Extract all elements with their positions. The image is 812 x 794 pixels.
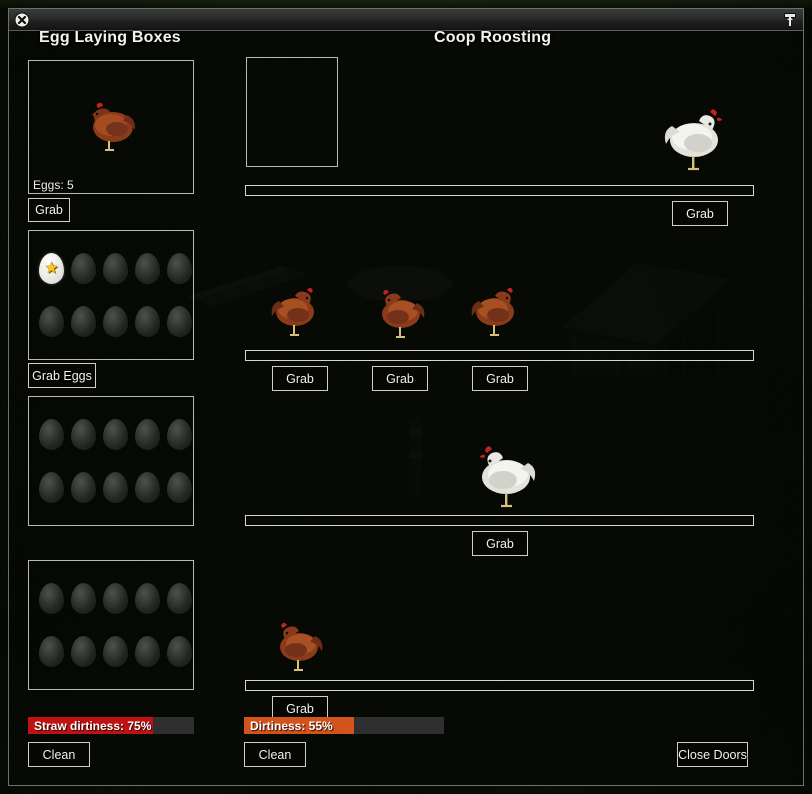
egg-slot-empty [39,419,64,450]
clean-straw-button[interactable]: Clean [28,742,90,767]
page-title-coop-roosting: Coop Roosting [434,29,552,46]
roost-slot-outline-row-1[interactable] [246,57,338,167]
brown-hen [267,619,329,675]
nest-box-4[interactable] [28,560,194,690]
egg-slot-empty [71,253,96,284]
egg-slot-empty [39,472,64,503]
egg-row [39,583,192,614]
egg-slot-empty [71,472,96,503]
eggs-count-label: Eggs: 5 [33,178,74,192]
chicken-coop-window: Egg Laying Boxes Coop Roosting Eggs: 5 G… [8,8,804,786]
egg-slot-empty [71,306,96,337]
straw-dirtiness-bar: Straw dirtiness: 75% [28,717,194,734]
egg-grid-box-4 [29,561,193,689]
egg-slot-empty [103,419,128,450]
egg-slot-empty [71,419,96,450]
roost-perch-row-1[interactable] [245,185,754,196]
egg-slot-empty [167,419,192,450]
egg-slot-empty [135,306,160,337]
white-hen [662,104,730,176]
egg-slot-empty [167,472,192,503]
star-icon: ★ [44,260,59,278]
egg-slot-empty [39,636,64,667]
page-title-egg-laying-boxes: Egg Laying Boxes [39,29,181,46]
egg-row [39,636,192,667]
egg-row [39,306,192,337]
brown-hen [369,286,431,342]
egg-slot-empty [167,306,192,337]
egg-slot-empty [71,636,96,667]
egg-slot-empty [135,472,160,503]
egg-slot-empty [135,253,160,284]
dirtiness-label: Dirtiness: 55% [250,718,333,733]
grab-button-roost-3[interactable]: Grab [472,531,528,556]
grab-button-roost-2c[interactable]: Grab [472,366,528,391]
grab-button-roost-2b[interactable]: Grab [372,366,428,391]
egg-slot-empty [103,306,128,337]
roost-perch-row-4[interactable] [245,680,754,691]
window-titlebar[interactable] [9,9,803,31]
egg-slot-empty [103,253,128,284]
egg-slot-empty [103,472,128,503]
egg-slot-empty [167,636,192,667]
egg-slot-empty [39,306,64,337]
roost-perch-row-2[interactable] [245,350,754,361]
nest-box-3[interactable] [28,396,194,526]
egg-row [39,472,192,503]
egg-grid-box-2: ★ [29,231,193,359]
white-hen [468,441,536,513]
game-scene: Egg Laying Boxes Coop Roosting Eggs: 5 G… [0,0,812,794]
egg-slot-empty [39,583,64,614]
egg-slot-empty [103,583,128,614]
egg-slot-empty [167,583,192,614]
egg-slot-empty [167,253,192,284]
egg-slot-empty [135,419,160,450]
egg-row [39,419,192,450]
dirtiness-bar: Dirtiness: 55% [244,717,444,734]
egg-slot-empty [135,583,160,614]
egg-slot-filled[interactable]: ★ [39,253,64,284]
grab-eggs-button-box-2[interactable]: Grab Eggs [28,363,96,388]
grab-button-box-1[interactable]: Grab [28,198,70,222]
roost-perch-row-3[interactable] [245,515,754,526]
grab-button-roost-2a[interactable]: Grab [272,366,328,391]
brown-hen [77,99,139,155]
egg-slot-empty [135,636,160,667]
egg-slot-empty [71,583,96,614]
egg-grid-box-3 [29,397,193,525]
grab-button-roost-1[interactable]: Grab [672,201,728,226]
egg-row: ★ [39,253,192,284]
brown-hen [269,284,331,340]
nest-box-2[interactable]: ★ [28,230,194,360]
egg-slot-empty [103,636,128,667]
close-x-icon[interactable] [14,12,30,28]
nest-box-1[interactable]: Eggs: 5 [28,60,194,194]
close-doors-button[interactable]: Close Doors [677,742,748,767]
brown-hen [469,284,531,340]
clean-coop-button[interactable]: Clean [244,742,306,767]
straw-dirtiness-label: Straw dirtiness: 75% [34,718,152,733]
pin-icon[interactable] [782,12,798,28]
